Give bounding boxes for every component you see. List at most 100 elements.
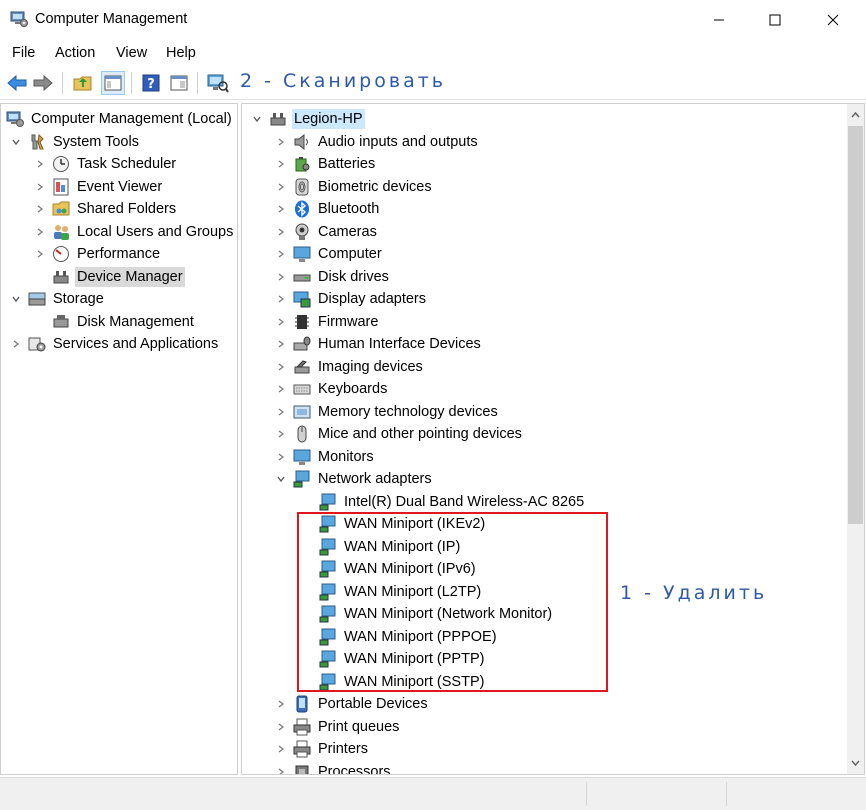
chevron-right-icon[interactable] <box>274 765 288 774</box>
device-category-portable[interactable]: Portable Devices <box>274 693 430 715</box>
chevron-right-icon[interactable] <box>274 720 288 734</box>
chevron-right-icon[interactable] <box>274 292 288 306</box>
chevron-right-icon[interactable] <box>274 405 288 419</box>
device-category-imaging[interactable]: Imaging devices <box>274 356 425 378</box>
chevron-right-icon[interactable] <box>274 270 288 284</box>
chevron-down-icon[interactable] <box>9 292 23 306</box>
disk-management-icon <box>51 312 71 332</box>
chevron-right-icon[interactable] <box>274 427 288 441</box>
device-category-audio[interactable]: Audio inputs and outputs <box>274 131 480 153</box>
chevron-right-icon[interactable] <box>274 360 288 374</box>
show-hide-tree-icon <box>104 75 122 91</box>
close-button[interactable] <box>804 0 862 40</box>
chevron-right-icon[interactable] <box>274 247 288 261</box>
computer-root-icon <box>268 109 288 129</box>
up-folder-button[interactable] <box>71 71 95 95</box>
network-adapter-icon <box>292 469 312 489</box>
chevron-right-icon[interactable] <box>274 135 288 149</box>
scroll-thumb[interactable] <box>848 126 863 524</box>
device-category-printers[interactable]: Printers <box>274 738 370 760</box>
chevron-right-icon[interactable] <box>33 202 47 216</box>
chevron-right-icon[interactable] <box>274 157 288 171</box>
menu-file[interactable]: File <box>12 45 35 61</box>
chevron-right-icon[interactable] <box>33 157 47 171</box>
display-adapter-icon <box>292 289 312 309</box>
device-category-computer[interactable]: Computer <box>274 243 384 265</box>
device-category-firmware[interactable]: Firmware <box>274 311 380 333</box>
menu-action[interactable]: Action <box>55 45 95 61</box>
tree-item-system-tools[interactable]: System Tools <box>9 131 141 153</box>
scanner-camera-icon <box>292 357 312 377</box>
delete-annotation: 1 - Удалить <box>620 582 768 604</box>
tree-item-event-viewer[interactable]: Event Viewer <box>33 176 164 198</box>
tree-item-task-scheduler[interactable]: Task Scheduler <box>33 153 178 175</box>
computer-management-icon <box>5 109 25 129</box>
properties-button[interactable] <box>167 71 191 95</box>
scroll-down-icon[interactable] <box>847 756 864 770</box>
device-category-keyboards[interactable]: Keyboards <box>274 378 389 400</box>
device-category-disk-drives[interactable]: Disk drives <box>274 266 391 288</box>
tree-item-disk-management[interactable]: Disk Management <box>51 311 196 333</box>
chevron-right-icon[interactable] <box>274 382 288 396</box>
chevron-right-icon[interactable] <box>274 337 288 351</box>
chevron-down-icon[interactable] <box>9 135 23 149</box>
forward-button[interactable] <box>31 71 55 95</box>
device-category-monitors[interactable]: Monitors <box>274 446 376 468</box>
chevron-right-icon[interactable] <box>274 202 288 216</box>
chevron-right-icon[interactable] <box>33 247 47 261</box>
tree-root-computer-management[interactable]: Computer Management (Local) <box>5 108 234 130</box>
device-category-hid[interactable]: Human Interface Devices <box>274 333 483 355</box>
chevron-down-icon[interactable] <box>250 112 264 126</box>
disk-drive-icon <box>292 267 312 287</box>
device-category-processors[interactable]: Processors <box>274 761 393 774</box>
scan-hardware-button[interactable] <box>206 71 230 95</box>
toolbar: ? 2 - Сканировать <box>0 66 866 100</box>
chevron-right-icon[interactable] <box>9 337 23 351</box>
device-category-biometric[interactable]: Biometric devices <box>274 176 434 198</box>
device-tree-root[interactable]: Legion-HP <box>250 108 365 130</box>
processor-icon <box>292 762 312 774</box>
device-category-print-queues[interactable]: Print queues <box>274 716 401 738</box>
chevron-right-icon[interactable] <box>274 697 288 711</box>
device-category-display-adapters[interactable]: Display adapters <box>274 288 428 310</box>
chevron-right-icon[interactable] <box>274 742 288 756</box>
up-folder-icon <box>73 76 92 91</box>
device-category-network-adapters[interactable]: Network adapters <box>274 468 434 490</box>
portable-device-icon <box>292 694 312 714</box>
show-hide-tree-button[interactable] <box>101 71 125 95</box>
wan-miniport-highlight-box <box>297 512 608 692</box>
tree-item-device-manager[interactable]: Device Manager <box>51 266 185 288</box>
menu-help[interactable]: Help <box>166 45 196 61</box>
chevron-right-icon[interactable] <box>274 225 288 239</box>
help-button[interactable]: ? <box>139 71 163 95</box>
tree-item-storage[interactable]: Storage <box>9 288 106 310</box>
tree-item-performance[interactable]: Performance <box>33 243 162 265</box>
tree-item-shared-folders[interactable]: Shared Folders <box>33 198 178 220</box>
tree-item-services-applications[interactable]: Services and Applications <box>9 333 220 355</box>
forward-arrow-icon <box>33 74 53 92</box>
window-title: Computer Management <box>35 11 188 27</box>
scroll-up-icon[interactable] <box>847 108 864 122</box>
device-category-batteries[interactable]: Batteries <box>274 153 377 175</box>
menu-view[interactable]: View <box>116 45 147 61</box>
device-category-cameras[interactable]: Cameras <box>274 221 379 243</box>
network-adapter-item[interactable]: Intel(R) Dual Band Wireless-AC 8265 <box>318 491 586 513</box>
chevron-right-icon[interactable] <box>33 180 47 194</box>
device-category-mice[interactable]: Mice and other pointing devices <box>274 423 524 445</box>
device-category-memory[interactable]: Memory technology devices <box>274 401 500 423</box>
chevron-right-icon[interactable] <box>274 315 288 329</box>
device-category-bluetooth[interactable]: Bluetooth <box>274 198 381 220</box>
chevron-right-icon[interactable] <box>274 180 288 194</box>
chevron-right-icon[interactable] <box>274 450 288 464</box>
printer-icon <box>292 739 312 759</box>
tree-item-local-users[interactable]: Local Users and Groups <box>33 221 235 243</box>
minimize-button[interactable] <box>690 0 748 40</box>
vertical-scrollbar[interactable] <box>847 104 864 774</box>
back-button[interactable] <box>5 71 29 95</box>
chevron-right-icon[interactable] <box>33 225 47 239</box>
hid-icon <box>292 334 312 354</box>
chevron-down-icon[interactable] <box>274 472 288 486</box>
monitor-icon <box>292 447 312 467</box>
maximize-button[interactable] <box>746 0 804 40</box>
bluetooth-icon <box>292 199 312 219</box>
